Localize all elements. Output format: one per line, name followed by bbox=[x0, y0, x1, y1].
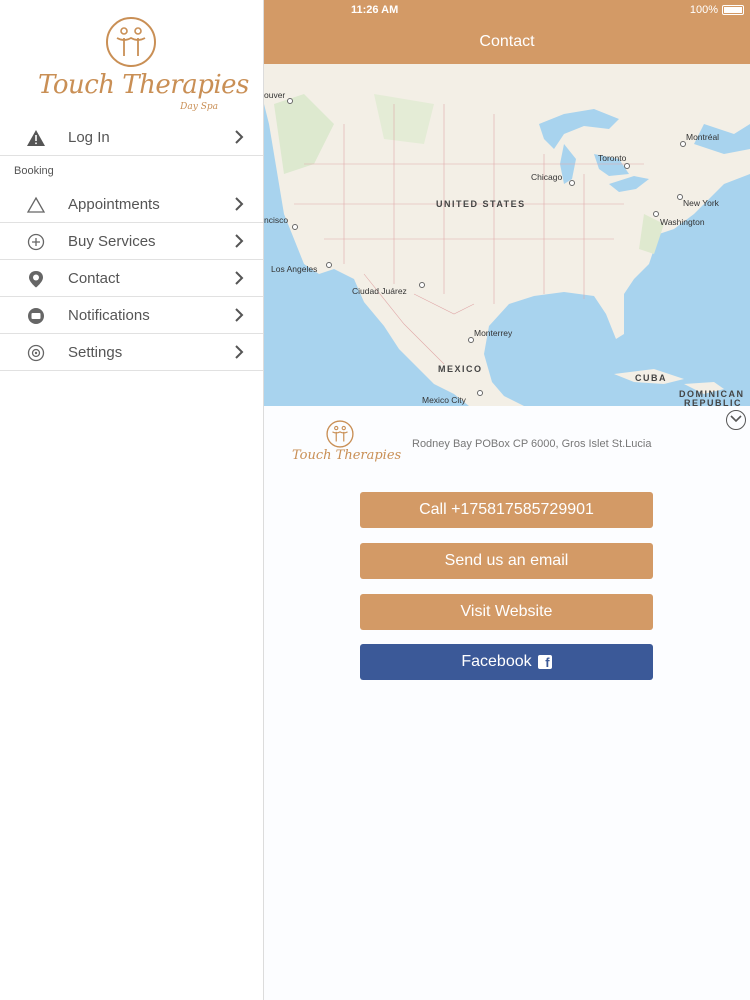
sidebar-item-label: Buy Services bbox=[68, 233, 156, 250]
map-pin bbox=[677, 194, 683, 200]
chevron-right-icon bbox=[235, 308, 244, 322]
collapse-button[interactable] bbox=[726, 410, 746, 430]
facebook-icon: f bbox=[537, 655, 552, 670]
sidebar-item-appointments[interactable]: Appointments bbox=[0, 186, 263, 223]
website-button-label: Visit Website bbox=[460, 603, 553, 620]
facebook-button[interactable]: Facebook f bbox=[360, 644, 653, 680]
map-label-ciudad-juarez: Ciudad Juárez bbox=[352, 286, 407, 296]
contact-card: Touch Therapies Rodney Bay POBox CP 6000… bbox=[264, 406, 750, 1000]
map-label-republic: REPUBLIC bbox=[684, 398, 743, 406]
map-pin bbox=[680, 141, 686, 147]
map-label-chicago: Chicago bbox=[531, 172, 563, 182]
facebook-button-label: Facebook bbox=[461, 653, 532, 670]
map-land bbox=[264, 64, 750, 406]
divider bbox=[0, 155, 263, 156]
brand-tagline: Day Spa bbox=[180, 102, 218, 112]
contact-logo: Touch Therapies bbox=[292, 420, 402, 472]
map-label-washington: Washington bbox=[660, 217, 705, 227]
gear-icon bbox=[27, 344, 45, 362]
chevron-right-icon bbox=[235, 345, 244, 359]
email-button[interactable]: Send us an email bbox=[360, 543, 653, 579]
sidebar-item-contact[interactable]: Contact bbox=[0, 260, 263, 297]
map-pin bbox=[477, 390, 483, 396]
map-label-toronto: Toronto bbox=[598, 153, 627, 163]
sidebar-item-notifications[interactable]: Notifications bbox=[0, 297, 263, 334]
map-pin bbox=[292, 224, 298, 230]
map-label-san-francisco: ncisco bbox=[264, 215, 289, 225]
section-label-booking: Booking bbox=[14, 165, 54, 177]
battery-percent: 100% bbox=[689, 4, 718, 16]
map-label-vancouver: ouver bbox=[264, 90, 286, 100]
spa-logo-icon bbox=[326, 420, 354, 448]
chevron-right-icon bbox=[235, 197, 244, 211]
chevron-right-icon bbox=[235, 234, 244, 248]
nav-bar: 11:26 AM 100% Contact bbox=[264, 0, 750, 64]
map-view[interactable]: ouver Montréal Toronto Chicago UNITED ST… bbox=[264, 64, 750, 406]
map-label-new-york: New York bbox=[683, 198, 719, 208]
website-button[interactable]: Visit Website bbox=[360, 594, 653, 630]
sidebar-item-label: Settings bbox=[68, 344, 123, 361]
map-pin bbox=[624, 163, 630, 169]
status-time: 11:26 AM bbox=[351, 4, 399, 16]
map-label-monterrey: Monterrey bbox=[474, 328, 513, 338]
chevron-right-icon bbox=[235, 130, 244, 144]
map-label-montreal: Montréal bbox=[686, 132, 720, 142]
email-button-label: Send us an email bbox=[444, 552, 569, 569]
map-label-united-states: UNITED STATES bbox=[436, 199, 526, 209]
brand-name: Touch Therapies bbox=[292, 448, 402, 463]
contact-address: Rodney Bay POBox CP 6000, Gros Islet St.… bbox=[412, 438, 652, 450]
plus-circle-icon bbox=[27, 233, 45, 251]
warning-icon bbox=[27, 130, 45, 146]
battery-icon bbox=[722, 5, 744, 15]
map-label-mexico-city: Mexico City bbox=[422, 395, 466, 405]
chat-bubble-icon bbox=[28, 308, 44, 324]
map-pin bbox=[653, 211, 659, 217]
call-button[interactable]: Call +175817585729901 bbox=[360, 492, 653, 528]
map-pin bbox=[326, 262, 332, 268]
chevron-down-icon bbox=[730, 415, 742, 423]
sidebar-item-label: Log In bbox=[68, 129, 110, 146]
sidebar-item-settings[interactable]: Settings bbox=[0, 334, 263, 371]
map-label-mexico: MEXICO bbox=[438, 364, 483, 374]
spa-logo-icon bbox=[106, 17, 156, 67]
sidebar-item-login[interactable]: Log In bbox=[0, 119, 263, 156]
sidebar: Touch Therapies Day Spa Log In Booking A… bbox=[0, 0, 264, 1000]
main-panel: 11:26 AM 100% Contact ouver Montréal Tor… bbox=[264, 0, 750, 1000]
call-button-label: Call +175817585729901 bbox=[419, 501, 594, 518]
brand-logo: Touch Therapies Day Spa bbox=[38, 16, 249, 116]
map-label-cuba: CUBA bbox=[635, 373, 667, 383]
sidebar-item-label: Appointments bbox=[68, 196, 160, 213]
map-pin bbox=[468, 337, 474, 343]
sidebar-item-label: Notifications bbox=[68, 307, 150, 324]
status-battery: 100% bbox=[690, 4, 744, 16]
triangle-icon bbox=[26, 196, 46, 213]
map-pin bbox=[287, 98, 293, 104]
sidebar-item-buy-services[interactable]: Buy Services bbox=[0, 223, 263, 260]
map-pin bbox=[569, 180, 575, 186]
chevron-right-icon bbox=[235, 271, 244, 285]
map-pin bbox=[419, 282, 425, 288]
brand-name: Touch Therapies bbox=[38, 70, 249, 100]
location-pin-icon bbox=[29, 271, 43, 288]
page-title: Contact bbox=[479, 33, 535, 50]
sidebar-item-label: Contact bbox=[68, 270, 120, 287]
map-label-los-angeles: Los Angeles bbox=[271, 264, 318, 274]
